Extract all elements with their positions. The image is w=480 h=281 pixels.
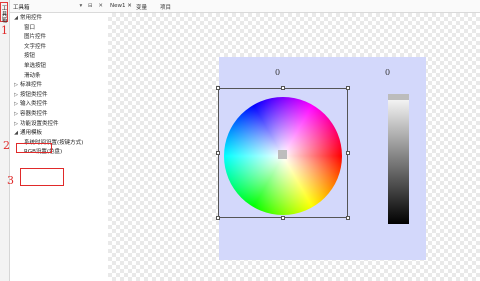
collapsed-arrow-icon[interactable]: ▷	[13, 100, 19, 109]
tree-label: 容器类控件	[20, 111, 48, 117]
document-tabs: New1 ✕ 变量 项目	[108, 0, 480, 13]
design-canvas[interactable]: 0 0	[108, 13, 480, 281]
resize-handle[interactable]	[216, 86, 220, 90]
collapsed-arrow-icon[interactable]: ▷	[13, 91, 19, 100]
resize-handle[interactable]	[216, 151, 220, 155]
tree-item[interactable]: 按钮	[10, 52, 108, 61]
collapsed-arrow-icon[interactable]: ▷	[13, 110, 19, 119]
tree-label: 单选按钮	[24, 63, 47, 69]
toolbox-panel: 工具箱 ▾ ⊟ ✕ ◢ 常用控件 窗口 图片控件 文字控件 按钮 单选按钮 滑动条 ▷ 标准控件 ▷…	[10, 0, 109, 281]
highlight-box-template	[20, 168, 64, 186]
tree-label: 文字控件	[24, 43, 47, 50]
resize-handle[interactable]	[216, 216, 220, 220]
annotation-number: 2	[3, 139, 10, 152]
brightness-slider-thumb[interactable]	[388, 94, 409, 100]
resize-handle[interactable]	[346, 216, 350, 220]
tree-item[interactable]: 滑动条	[10, 72, 108, 81]
expanded-arrow-icon[interactable]: ◢	[13, 129, 19, 138]
tree-category[interactable]: ▷ 输入类控件	[10, 100, 108, 109]
tree-label: 滑动条	[24, 72, 41, 79]
tab-variables[interactable]: 变量	[136, 3, 147, 11]
tree-category[interactable]: ▷ 标准控件	[10, 81, 108, 90]
tree-label: 常用控件	[20, 15, 43, 21]
tree-category[interactable]: ▷ 按钮类控件	[10, 91, 108, 100]
tree-item[interactable]: 文字控件	[10, 43, 108, 52]
tab-project[interactable]: 项目	[160, 3, 171, 11]
resize-handle[interactable]	[281, 216, 285, 220]
tree-label: 输入类控件	[20, 101, 48, 108]
bar-value-label: 0	[385, 68, 391, 77]
tree-item[interactable]: 窗口	[10, 24, 108, 33]
tree-item[interactable]: 单选按钮	[10, 62, 108, 71]
tree-label: 按钮类控件	[20, 91, 48, 98]
tab-new1[interactable]: New1 ✕	[110, 3, 132, 9]
tree-label: 通用模板	[20, 130, 43, 137]
tree-item[interactable]: 图片控件	[10, 33, 108, 42]
tree-label: 图片控件	[24, 34, 47, 41]
tree-category[interactable]: ▷ 容器类控件	[10, 110, 108, 119]
tree-label: 窗口	[24, 24, 36, 31]
resize-handle[interactable]	[346, 86, 350, 90]
tree-category[interactable]: ◢ 通用模板	[10, 129, 108, 138]
wheel-value-label: 0	[275, 68, 281, 77]
tree-label: 按钮	[24, 53, 36, 60]
toolbox-header: 工具箱 ▾ ⊟ ✕	[10, 0, 108, 13]
tree-category[interactable]: ◢ 常用控件	[10, 14, 108, 23]
toolbox-title: 工具箱	[13, 5, 30, 11]
collapsed-arrow-icon[interactable]: ▷	[13, 81, 19, 90]
tree-category[interactable]: ▷ 功能设置类控件	[10, 120, 108, 129]
resize-handle[interactable]	[346, 151, 350, 155]
expanded-arrow-icon[interactable]: ◢	[13, 14, 19, 23]
toolbox-side-tab[interactable]: 工具箱	[1, 6, 8, 24]
panel-window-controls[interactable]: ▾ ⊟ ✕	[80, 3, 105, 9]
tree-label: 功能设置类控件	[20, 120, 59, 127]
highlight-box-category	[16, 143, 52, 153]
resize-handle[interactable]	[281, 86, 285, 90]
color-picker-center[interactable]	[278, 150, 287, 159]
collapsed-arrow-icon[interactable]: ▷	[13, 120, 19, 129]
tree-label: 标准控件	[20, 82, 43, 89]
annotation-number: 3	[7, 174, 14, 187]
annotation-number: 1	[1, 24, 8, 37]
brightness-slider[interactable]	[388, 94, 409, 224]
